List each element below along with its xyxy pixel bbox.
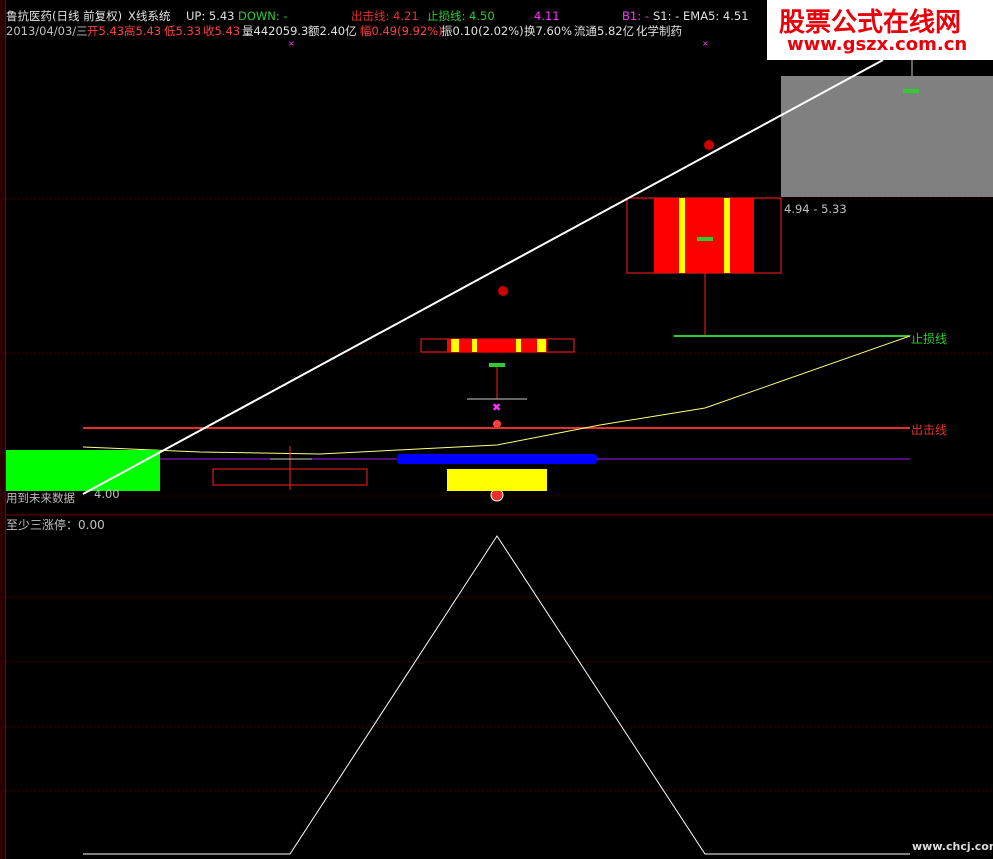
low-value-label: 4.00	[94, 487, 120, 501]
sub-indicator-label: 至少三涨停：0.00	[6, 518, 105, 532]
signal-icon	[498, 286, 508, 296]
gray-box-marker	[903, 89, 919, 93]
range-box-stripe	[679, 198, 685, 273]
blue-bar	[397, 454, 597, 464]
float-cap-value: 流通5.82亿	[574, 24, 635, 38]
yellow-block	[447, 469, 547, 491]
range-label: 4.94 - 5.33	[784, 202, 847, 216]
mid-candle-fill	[447, 339, 547, 352]
range-box-marker	[697, 237, 713, 241]
up-value: UP: 5.43	[186, 9, 235, 23]
s1-value: S1: -	[653, 9, 680, 23]
gray-zone-box	[781, 76, 993, 197]
exit-line-label: 出击线	[911, 423, 948, 437]
value3: 4.11	[534, 9, 560, 23]
turnover-value: 换7.60%	[524, 24, 573, 38]
mid-candle-stripe	[516, 339, 521, 352]
top-x-marker: ×	[288, 39, 295, 48]
bottom-watermark: www.chcj.com	[912, 840, 993, 853]
top-x-marker: ×	[702, 39, 709, 48]
volume-value: 量442059.3	[242, 24, 309, 38]
cross-marker-icon: ✖	[492, 401, 501, 414]
amplitude-value: 振0.10(2.02%)	[441, 24, 524, 38]
b1-value: B1: -	[622, 9, 649, 23]
green-block	[6, 450, 160, 491]
stop-line-label: 止损线	[911, 332, 948, 346]
mid-candle-stripe	[537, 339, 546, 352]
down-value: DOWN: -	[238, 9, 288, 23]
mid-candle-marker	[489, 363, 505, 367]
range-box-stripe	[724, 198, 730, 273]
mid-candle-stripe	[472, 339, 477, 352]
sub-gridlines	[6, 596, 993, 792]
stock-title: 鲁抗医药(日线 前复权)	[6, 9, 123, 23]
high-value: 高5.43	[124, 24, 162, 38]
chart-canvas[interactable]: ✖ × ×	[0, 0, 993, 859]
ema5-value: EMA5: 4.51	[683, 9, 749, 23]
sector-value: 化学制药	[636, 24, 682, 38]
range-box-fill	[654, 198, 754, 273]
future-data-note: 用到未来数据	[6, 491, 75, 505]
low-value: 低5.33	[164, 24, 202, 38]
signal-icon	[704, 140, 714, 150]
change-value: 幅0.49(9.92%)	[360, 24, 443, 38]
date-value: 2013/04/03/三	[6, 24, 88, 38]
stop-line-value: 止损线: 4.50	[427, 9, 495, 23]
mid-candle-stripe	[451, 339, 459, 352]
system-name: X线系统	[128, 9, 171, 23]
watermark-url: www.gszx.com.cn	[787, 34, 968, 55]
open-value: 开5.43	[87, 24, 125, 38]
amount-value: 额2.40亿	[308, 24, 357, 38]
exit-line-value: 出击线: 4.21	[351, 9, 419, 23]
up-arrow-icon	[493, 420, 501, 428]
close-value: 收5.43	[203, 24, 241, 38]
sub-indicator-line	[83, 535, 910, 855]
watermark-banner: 股票公式在线网 www.gszx.com.cn	[767, 0, 993, 60]
